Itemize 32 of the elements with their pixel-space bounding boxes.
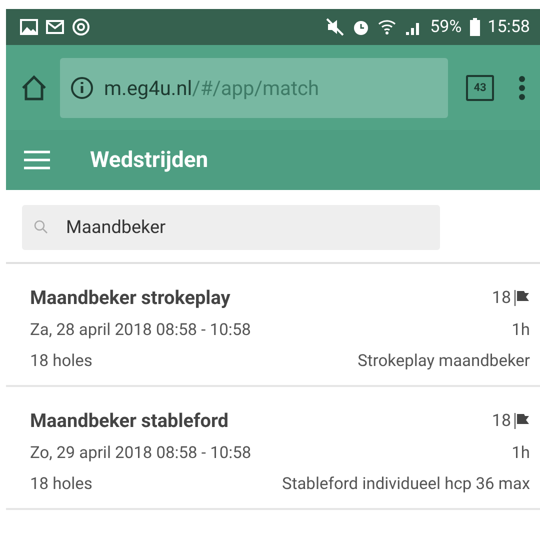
battery-icon <box>470 18 480 36</box>
match-date: Zo, 29 april 2018 08:58 - 10:58 <box>30 444 252 463</box>
menu-icon[interactable] <box>518 74 526 100</box>
hole-count: 18 <box>492 410 511 430</box>
mail-icon <box>46 18 64 36</box>
url-text: m.eg4u.nl/#/app/match <box>104 76 319 100</box>
search-icon <box>34 220 48 234</box>
match-holes: 18 holes <box>30 475 92 494</box>
search-field[interactable]: Maandbeker <box>22 205 440 250</box>
match-duration: 1h <box>512 321 530 340</box>
match-date: Za, 28 april 2018 08:58 - 10:58 <box>30 321 251 340</box>
battery-percentage: 59% <box>430 17 462 37</box>
address-bar[interactable]: m.eg4u.nl/#/app/match <box>60 58 448 118</box>
wifi-icon <box>378 18 396 36</box>
home-icon[interactable] <box>20 74 48 102</box>
clock-time: 15:58 <box>488 17 530 37</box>
match-holes: 18 holes <box>30 352 92 371</box>
page-title: Wedstrijden <box>90 148 208 172</box>
flag-icon <box>514 288 530 306</box>
match-title[interactable]: Maandbeker strokeplay <box>30 286 230 309</box>
flag-icon <box>514 412 530 430</box>
image-icon <box>20 18 38 36</box>
mute-icon <box>326 18 344 36</box>
alarm-icon <box>352 18 370 36</box>
match-title[interactable]: Maandbeker stableford <box>30 409 229 432</box>
menu-icon[interactable] <box>24 150 50 170</box>
match-type: Stableford individueel hcp 36 max <box>282 475 530 494</box>
info-icon <box>70 76 94 100</box>
tab-count[interactable]: 43 <box>466 74 494 100</box>
hole-count: 18 <box>492 288 511 308</box>
match-type: Strokeplay maandbeker <box>358 352 530 371</box>
match-duration: 1h <box>512 444 530 463</box>
